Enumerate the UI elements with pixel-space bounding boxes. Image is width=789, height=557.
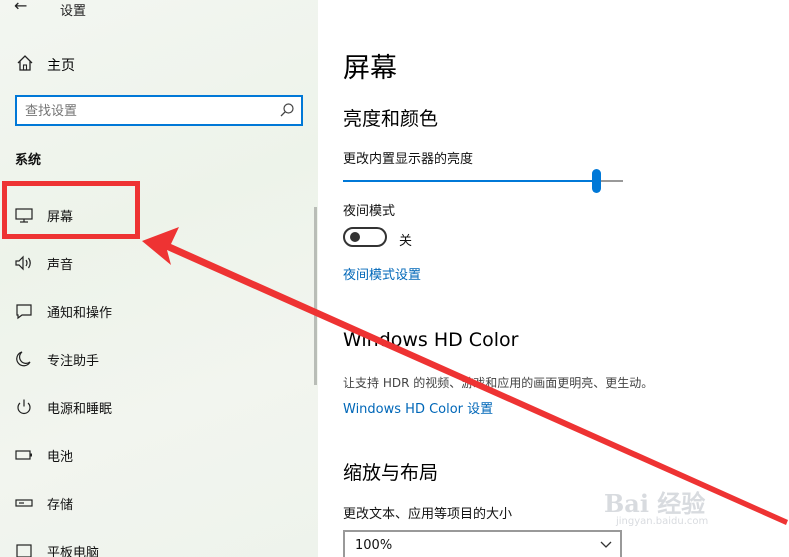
page-title: 屏幕 <box>343 53 397 84</box>
title-bar: ← 设置 <box>0 0 318 22</box>
main-content: 屏幕 亮度和颜色 更改内置显示器的亮度 夜间模式 关 夜间模式设置 Window… <box>318 0 789 557</box>
brightness-slider-label: 更改内置显示器的亮度 <box>343 152 474 167</box>
hd-color-description: 让支持 HDR 的视频、游戏和应用的画面更明亮、更生动。 <box>343 376 654 390</box>
night-light-label: 夜间模式 <box>343 204 396 219</box>
sidebar-item-sound[interactable]: 声音 <box>0 239 318 287</box>
notification-icon <box>16 304 32 320</box>
night-light-settings-link[interactable]: 夜间模式设置 <box>343 264 421 283</box>
search-icon[interactable] <box>279 102 295 118</box>
home-icon <box>17 55 33 71</box>
power-icon <box>17 399 31 414</box>
brightness-slider-thumb[interactable] <box>592 169 601 193</box>
sidebar-item-label: 平板电脑 <box>47 546 100 557</box>
sidebar-item-focus-assist[interactable]: 专注助手 <box>0 335 318 383</box>
sidebar-item-label: 通知和操作 <box>47 306 113 321</box>
hd-color-heading: Windows HD Color <box>343 329 519 351</box>
scale-dropdown-value: 100% <box>355 538 393 553</box>
brightness-slider-fill[interactable] <box>343 180 597 182</box>
sidebar-item-label: 主页 <box>47 58 75 74</box>
section-label-system: 系统 <box>15 153 42 168</box>
toggle-knob <box>350 232 360 242</box>
night-light-state: 关 <box>399 234 413 249</box>
sidebar-item-storage[interactable]: 存储 <box>0 479 318 527</box>
sidebar-item-tablet[interactable]: 平板电脑 <box>0 527 318 557</box>
sidebar-item-label: 屏幕 <box>47 210 74 225</box>
brightness-heading: 亮度和颜色 <box>343 108 439 130</box>
search-input[interactable] <box>25 101 275 121</box>
moon-icon <box>16 351 31 367</box>
monitor-icon <box>15 208 33 223</box>
baidu-jingyan-watermark: Bai 经验 jingyan.baidu.com <box>604 484 754 534</box>
sidebar-item-notifications[interactable]: 通知和操作 <box>0 287 318 335</box>
sidebar-item-label: 声音 <box>47 258 74 273</box>
battery-icon <box>15 450 32 460</box>
storage-icon <box>15 499 33 507</box>
app-title: 设置 <box>60 4 87 19</box>
scale-dropdown[interactable]: 100% <box>343 530 622 557</box>
sidebar-item-battery[interactable]: 电池 <box>0 431 318 479</box>
sidebar-item-label: 存储 <box>47 498 74 513</box>
sidebar: ← 设置 主页 系统 屏幕 声音 <box>0 0 318 557</box>
speaker-icon <box>15 255 31 271</box>
hd-color-settings-link[interactable]: Windows HD Color 设置 <box>343 398 493 417</box>
watermark-url: jingyan.baidu.com <box>616 516 709 527</box>
sidebar-item-label: 电池 <box>47 450 74 465</box>
scale-label: 更改文本、应用等项目的大小 <box>343 507 513 522</box>
tablet-icon <box>16 544 32 557</box>
sidebar-scrollbar[interactable] <box>314 207 317 385</box>
back-arrow-icon[interactable]: ← <box>14 0 27 15</box>
search-box[interactable] <box>15 95 303 126</box>
sidebar-item-label: 专注助手 <box>47 354 100 369</box>
sidebar-item-home[interactable]: 主页 <box>0 40 318 88</box>
watermark-logo: Bai 经验 <box>604 489 706 518</box>
sidebar-item-display[interactable]: 屏幕 <box>0 191 318 239</box>
sidebar-item-power-sleep[interactable]: 电源和睡眠 <box>0 383 318 431</box>
chevron-down-icon <box>600 541 612 548</box>
night-light-toggle[interactable] <box>343 227 387 247</box>
scale-layout-heading: 缩放与布局 <box>343 462 439 484</box>
sidebar-item-label: 电源和睡眠 <box>47 402 113 417</box>
